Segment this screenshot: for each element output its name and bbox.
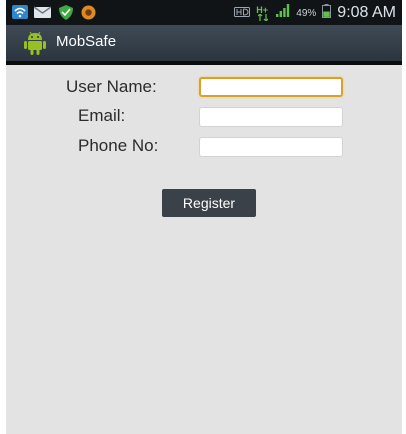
email-label: Email: bbox=[78, 106, 126, 125]
phone-label: Phone No: bbox=[78, 136, 159, 155]
app-notification-icon bbox=[81, 5, 96, 25]
app-screen: H+ 49% 9:08 AM MobSafe User Name: Email:… bbox=[6, 0, 402, 434]
username-label: User Name: bbox=[66, 77, 157, 96]
username-field[interactable] bbox=[199, 77, 343, 97]
clock: 9:08 AM bbox=[337, 4, 396, 21]
status-bar: H+ 49% 9:08 AM bbox=[6, 0, 402, 25]
shield-icon bbox=[58, 5, 74, 25]
action-bar-divider bbox=[6, 61, 402, 65]
hd-icon bbox=[234, 4, 251, 22]
register-button[interactable]: Register bbox=[162, 189, 256, 217]
android-icon[interactable] bbox=[24, 31, 46, 60]
network-type-icon: H+ bbox=[256, 5, 270, 21]
battery-percent: 49% bbox=[296, 7, 317, 19]
status-indicators: H+ 49% 9:08 AM bbox=[234, 3, 396, 23]
action-bar: MobSafe bbox=[6, 25, 402, 61]
phone-field[interactable] bbox=[199, 137, 343, 157]
mail-icon bbox=[33, 5, 52, 24]
app-title: MobSafe bbox=[56, 33, 117, 50]
signal-icon bbox=[276, 4, 290, 22]
wifi-icon bbox=[12, 5, 28, 24]
email-field[interactable] bbox=[199, 107, 343, 127]
battery-icon bbox=[322, 3, 332, 23]
